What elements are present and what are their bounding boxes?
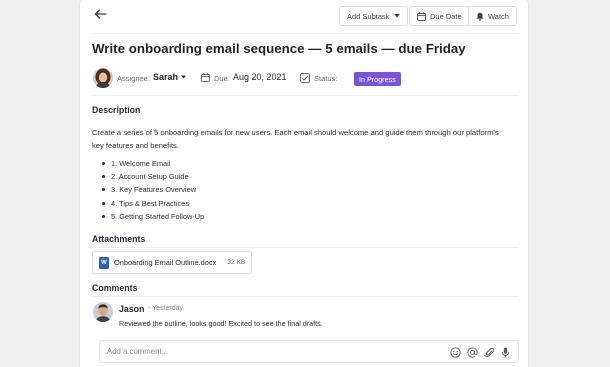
task-title: Write onboarding email sequence — 5 emai… xyxy=(92,41,466,56)
paperclip-icon xyxy=(483,347,494,357)
assignee-label: Assignee: xyxy=(117,74,150,83)
comment-item: Jason - Yesterday Reviewed the outline, … xyxy=(92,300,512,332)
word-doc-icon: W xyxy=(99,256,109,269)
divider xyxy=(92,247,518,248)
task-meta-row: Assignee: Sarah Due: Aug 20, 2021 Status… xyxy=(92,67,512,89)
due-date-button[interactable]: Due Date xyxy=(409,6,470,26)
description-list: 1. Welcome Email 2. Account Setup Guide … xyxy=(102,157,204,223)
comments-heading: Comments xyxy=(92,283,138,293)
comment-input[interactable] xyxy=(107,341,427,362)
comment-text: Reviewed the outline, looks good! Excite… xyxy=(119,319,323,328)
divider xyxy=(92,95,518,96)
status-badge[interactable]: In Progress xyxy=(354,72,401,86)
back-button[interactable] xyxy=(92,6,108,22)
due-date-label: Due Date xyxy=(430,11,462,21)
attachment-size: 32 KB xyxy=(227,259,246,266)
assignee-dropdown[interactable]: Sarah xyxy=(153,72,187,82)
list-item: 1. Welcome Email xyxy=(102,157,204,170)
list-item: 3. Key Features Overview xyxy=(102,183,204,196)
microphone-icon xyxy=(501,347,509,357)
comment-compose xyxy=(99,340,519,363)
attachment-name: Onboarding Email Outline.docx xyxy=(114,258,217,267)
list-item: 5. Getting Started Follow-Up xyxy=(102,210,204,223)
list-item: 2. Account Setup Guide xyxy=(102,170,204,183)
top-toolbar: Add Subtask Due Date Watch xyxy=(80,0,530,32)
checkbox-icon xyxy=(300,73,310,83)
attachment-file[interactable]: W Onboarding Email Outline.docx 32 KB xyxy=(92,251,252,274)
add-subtask-label: Add Subtask xyxy=(347,11,390,21)
voice-button[interactable] xyxy=(499,346,511,358)
emoji-icon xyxy=(449,346,461,358)
calendar-icon xyxy=(417,11,426,21)
mention-button[interactable] xyxy=(466,346,478,358)
add-subtask-button[interactable]: Add Subtask xyxy=(339,6,408,26)
attach-button[interactable] xyxy=(483,346,495,358)
description-text: Create a series of 5 onboarding emails f… xyxy=(92,128,499,150)
watch-label: Watch xyxy=(488,11,509,21)
task-detail-panel: Add Subtask Due Date Watch Write onboard… xyxy=(79,0,529,367)
chevron-down-icon xyxy=(393,14,400,18)
commenter-avatar xyxy=(93,302,113,322)
attachments-heading: Attachments xyxy=(92,234,146,244)
due-label: Due: xyxy=(214,74,230,83)
at-icon xyxy=(466,346,478,358)
due-value[interactable]: Aug 20, 2021 xyxy=(233,72,287,82)
status-label: Status: xyxy=(314,74,338,83)
assignee-name: Sarah xyxy=(153,72,179,82)
divider xyxy=(92,296,518,297)
divider xyxy=(92,33,518,34)
emoji-button[interactable] xyxy=(449,346,461,358)
list-item: 4. Tips & Best Practices xyxy=(102,197,204,210)
comment-time: - Yesterday xyxy=(148,305,184,312)
calendar-icon xyxy=(201,73,210,82)
watch-button[interactable]: Watch xyxy=(468,6,517,26)
bell-icon xyxy=(476,12,484,21)
assignee-avatar xyxy=(93,68,113,88)
description-heading: Description xyxy=(92,105,141,115)
back-arrow-icon xyxy=(94,9,107,19)
comment-author: Jason xyxy=(119,304,145,314)
chevron-down-icon xyxy=(181,75,187,79)
